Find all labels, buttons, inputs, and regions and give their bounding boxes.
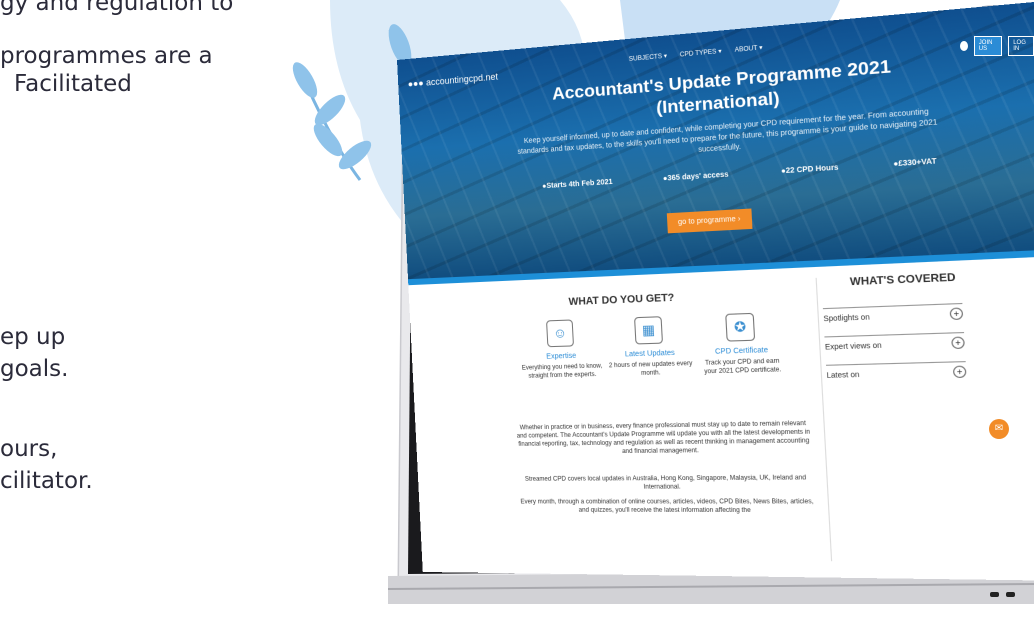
laptop-screen: ●●● accountingcpd.net SUBJECTS CPD TYPES…	[397, 0, 1034, 582]
programme-meta: Starts 4th Feb 2021 365 days' access 22 …	[542, 158, 937, 190]
monthly-paragraph: Every month, through a combination of on…	[520, 498, 814, 515]
access-duration: 365 days' access	[663, 171, 728, 183]
covered-item-latest[interactable]: Latest on +	[825, 361, 967, 380]
cpd-hours: 22 CPD Hours	[781, 164, 839, 175]
certificate-icon: ✪	[725, 312, 756, 342]
feature-cpd-certificate: ✪ CPD Certificate Track your CPD and ear…	[696, 312, 787, 377]
expert-icon: ☺	[546, 319, 575, 348]
main-nav: SUBJECTS CPD TYPES ABOUT	[629, 44, 763, 64]
covered-item-spotlights[interactable]: Spotlights on +	[822, 302, 964, 324]
expand-icon[interactable]: +	[951, 336, 965, 350]
site-logo[interactable]: ●●● accountingcpd.net	[408, 71, 499, 89]
whats-covered-heading: WHAT'S COVERED	[849, 271, 956, 289]
nav-cpd-types[interactable]: CPD TYPES	[680, 48, 722, 59]
join-us-button[interactable]: JOIN US	[973, 36, 1003, 56]
feature-latest-updates: ▦ Latest Updates 2 hours of new updates …	[606, 315, 694, 379]
what-do-you-get-heading: WHAT DO YOU GET?	[568, 292, 675, 309]
intro-paragraph: Whether in practice or in business, ever…	[516, 420, 811, 456]
go-to-programme-button[interactable]: go to programme ›	[666, 208, 753, 234]
streamed-paragraph: Streamed CPD covers local updates in Aus…	[524, 475, 807, 491]
expand-icon[interactable]: +	[952, 365, 967, 379]
start-date: Starts 4th Feb 2021	[542, 179, 613, 191]
content-area: WHAT DO YOU GET? ☺ Expertise Everything …	[408, 255, 1034, 582]
log-in-button[interactable]: LOG IN	[1008, 36, 1034, 56]
expand-icon[interactable]: +	[949, 307, 964, 321]
calendar-icon: ▦	[634, 316, 664, 345]
feature-expertise: ☺ Expertise Everything you need to know,…	[519, 318, 604, 381]
account-controls: JOIN US LOG IN	[960, 36, 1034, 56]
nav-subjects[interactable]: SUBJECTS	[629, 52, 668, 63]
nav-about[interactable]: ABOUT	[735, 44, 763, 54]
covered-item-expert-views[interactable]: Expert views on +	[824, 331, 965, 352]
chat-icon[interactable]: ✉	[989, 419, 1009, 439]
price: £330+VAT	[893, 158, 937, 168]
user-icon[interactable]	[960, 41, 968, 51]
